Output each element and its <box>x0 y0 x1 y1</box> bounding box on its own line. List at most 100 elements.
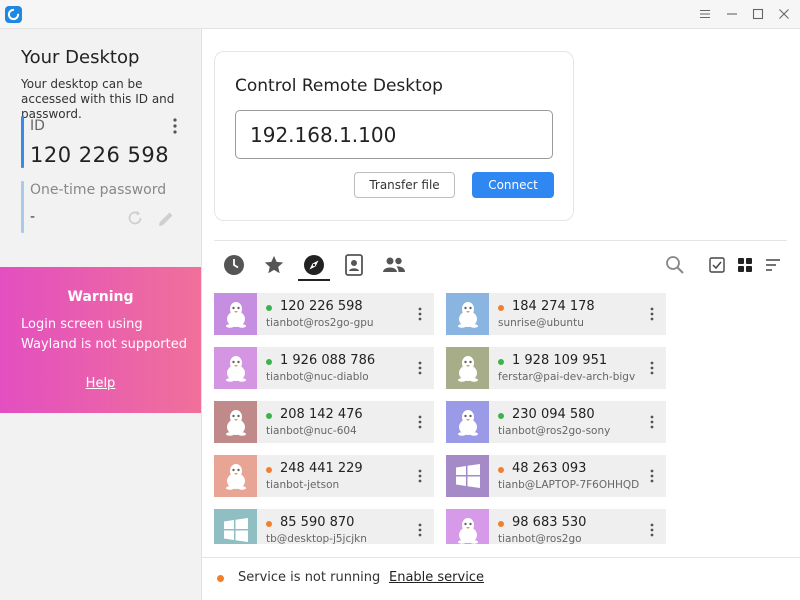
peer-more-options-icon[interactable] <box>414 306 426 322</box>
peer-card[interactable]: 230 094 580 tianbot@ros2go-sony <box>446 401 666 443</box>
peer-card[interactable]: 85 590 870 tb@desktop-j5jcjkn <box>214 509 434 544</box>
select-checkbox-icon[interactable] <box>707 255 727 275</box>
peer-id: 248 441 229 <box>280 461 363 476</box>
peer-card[interactable]: 1 928 109 951 ferstar@pai-dev-arch-bigv <box>446 347 666 389</box>
group-icon[interactable] <box>382 253 406 277</box>
peer-card[interactable]: 48 263 093 tianb@LAPTOP-7F6OHHQD <box>446 455 666 497</box>
status-bar: Service is not running Enable service <box>202 557 800 600</box>
peer-more-options-icon[interactable] <box>646 522 658 538</box>
windows-logo-icon <box>446 455 489 497</box>
maximize-icon[interactable] <box>750 6 766 22</box>
peer-status-dot <box>266 413 272 419</box>
peer-more-options-icon[interactable] <box>646 414 658 430</box>
peer-card[interactable]: 208 142 476 tianbot@nuc-604 <box>214 401 434 443</box>
peer-username: tianbot@nuc-diablo <box>266 371 369 383</box>
your-desktop-description: Your desktop can be accessed with this I… <box>21 77 175 121</box>
peer-username: tb@desktop-j5jcjkn <box>266 533 367 544</box>
minimize-icon[interactable] <box>724 6 740 22</box>
peer-username: tianb@LAPTOP-7F6OHHQD <box>498 479 640 491</box>
connect-button[interactable]: Connect <box>472 172 554 198</box>
linux-penguin-icon <box>214 347 257 389</box>
refresh-icon[interactable] <box>126 209 144 227</box>
linux-penguin-icon <box>446 509 489 544</box>
peer-status-dot <box>498 467 504 473</box>
warning-text: Login screen using Wayland is not suppor… <box>21 317 187 352</box>
peer-status-dot <box>498 521 504 527</box>
peer-id: 120 226 598 <box>280 299 363 314</box>
warning-title: Warning <box>67 289 134 305</box>
peer-id: 48 263 093 <box>512 461 587 476</box>
password-value[interactable]: - <box>30 209 35 225</box>
transfer-file-button[interactable]: Transfer file <box>354 172 455 198</box>
service-status-dot <box>217 575 224 582</box>
peer-status-dot <box>266 521 272 527</box>
peer-status-dot <box>498 305 504 311</box>
peer-more-options-icon[interactable] <box>414 414 426 430</box>
control-remote-title: Control Remote Desktop <box>235 76 443 96</box>
control-remote-card: Control Remote Desktop Transfer file Con… <box>214 51 574 221</box>
peer-more-options-icon[interactable] <box>646 360 658 376</box>
service-status-text: Service is not running <box>238 570 381 585</box>
windows-logo-icon <box>214 509 257 544</box>
active-tab-indicator <box>298 279 330 281</box>
linux-penguin-icon <box>446 401 489 443</box>
linux-penguin-icon <box>446 347 489 389</box>
recent-sessions-icon[interactable] <box>222 253 246 277</box>
password-accent-bar <box>21 181 24 233</box>
peer-id: 230 094 580 <box>512 407 595 422</box>
discovered-icon[interactable] <box>302 253 326 277</box>
peer-id: 98 683 530 <box>512 515 587 530</box>
password-label: One-time password <box>30 182 167 198</box>
peer-status-dot <box>266 359 272 365</box>
peer-card[interactable]: 98 683 530 tianbot@ros2go <box>446 509 666 544</box>
search-icon[interactable] <box>665 255 685 275</box>
pencil-icon[interactable] <box>156 209 176 229</box>
peer-more-options-icon[interactable] <box>646 468 658 484</box>
menu-icon[interactable] <box>697 6 713 22</box>
peer-card[interactable]: 248 441 229 tianbot-jetson <box>214 455 434 497</box>
id-value[interactable]: 120 226 598 <box>30 143 169 167</box>
peer-id: 1 926 088 786 <box>280 353 376 368</box>
id-label: ID <box>30 118 45 134</box>
peer-username: tianbot-jetson <box>266 479 340 491</box>
peer-more-options-icon[interactable] <box>646 306 658 322</box>
peer-status-dot <box>266 467 272 473</box>
peer-id: 184 274 178 <box>512 299 595 314</box>
favorites-icon[interactable] <box>262 253 286 277</box>
peer-id: 85 590 870 <box>280 515 355 530</box>
peer-card[interactable]: 184 274 178 sunrise@ubuntu <box>446 293 666 335</box>
peer-card[interactable]: 1 926 088 786 tianbot@nuc-diablo <box>214 347 434 389</box>
linux-penguin-icon <box>214 401 257 443</box>
address-book-icon[interactable] <box>342 253 366 277</box>
peer-username: tianbot@nuc-604 <box>266 425 357 437</box>
remote-id-input[interactable] <box>235 110 553 159</box>
peer-username: sunrise@ubuntu <box>498 317 584 329</box>
peer-id: 208 142 476 <box>280 407 363 422</box>
linux-penguin-icon <box>446 293 489 335</box>
linux-penguin-icon <box>214 455 257 497</box>
peer-list: 120 226 598 tianbot@ros2go-gpu 184 274 178… <box>214 293 787 544</box>
your-desktop-title: Your Desktop <box>21 47 140 68</box>
rustdesk-logo-icon <box>5 6 22 23</box>
close-icon[interactable] <box>776 6 792 22</box>
peer-username: tianbot@ros2go-gpu <box>266 317 374 329</box>
sidebar: Your Desktop Your desktop can be accesse… <box>0 29 202 600</box>
peer-username: tianbot@ros2go <box>498 533 582 544</box>
warning-panel: Warning Login screen using Wayland is no… <box>0 267 201 413</box>
peer-more-options-icon[interactable] <box>414 360 426 376</box>
peer-status-dot <box>498 413 504 419</box>
peer-more-options-icon[interactable] <box>414 522 426 538</box>
title-bar <box>0 0 800 29</box>
peer-username: tianbot@ros2go-sony <box>498 425 611 437</box>
help-link[interactable]: Help <box>0 376 201 391</box>
sort-icon[interactable] <box>763 255 783 275</box>
section-divider <box>214 240 787 241</box>
linux-penguin-icon <box>214 293 257 335</box>
peer-status-dot <box>266 305 272 311</box>
peer-id: 1 928 109 951 <box>512 353 608 368</box>
enable-service-link[interactable]: Enable service <box>389 570 484 585</box>
peer-more-options-icon[interactable] <box>414 468 426 484</box>
peer-card[interactable]: 120 226 598 tianbot@ros2go-gpu <box>214 293 434 335</box>
id-more-options-icon[interactable] <box>168 117 182 135</box>
grid-view-icon[interactable] <box>735 255 755 275</box>
